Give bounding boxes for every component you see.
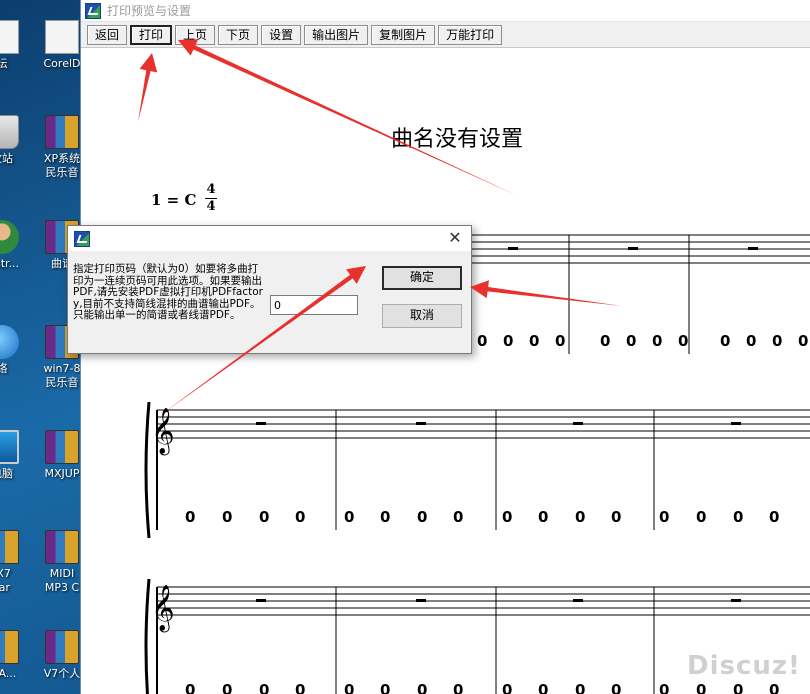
numbered-rest: 0 [678,332,688,350]
numbered-rest: 0 [575,508,585,526]
globe-icon [0,325,19,359]
system-brace [144,401,151,539]
time-signature: 4 4 [205,183,217,214]
numbered-rest: 0 [502,508,512,526]
numbered-rest: 0 [380,508,390,526]
settings-button[interactable]: 设置 [261,24,302,45]
numbered-rest: 0 [222,508,232,526]
numbered-rest: 0 [380,681,390,694]
numbered-rest: 0 [769,508,779,526]
time-signature-top: 4 [206,182,216,197]
numbered-rest: 0 [344,681,354,694]
numbered-rest: 0 [696,681,706,694]
key-signature: 1 = C [151,191,197,209]
whole-rest [573,599,583,602]
rar-icon [45,430,79,464]
time-signature-bottom: 4 [206,199,216,214]
cancel-button[interactable]: 取消 [382,304,462,328]
numbered-rest: 0 [769,681,779,694]
numbered-rest: 0 [733,508,743,526]
rar-icon [45,115,79,149]
numbered-rest: 0 [772,332,782,350]
numbered-rest: 0 [611,681,621,694]
numbered-rest: 0 [259,508,269,526]
numbered-rest: 0 [529,332,539,350]
treble-clef: 𝄞 [151,585,175,633]
page-number-input[interactable] [270,295,358,315]
numbered-rest: 0 [477,332,487,350]
numbered-rest: 0 [575,681,585,694]
numbered-rest: 0 [453,508,463,526]
dialog-titlebar: ✕ [68,226,471,251]
numbered-rest: 0 [720,332,730,350]
numbered-rest: 0 [652,332,662,350]
numbered-rest: 0 [626,332,636,350]
app-logo-icon [85,2,101,19]
close-button[interactable]: ✕ [445,228,465,248]
numbered-rest: 0 [611,508,621,526]
print-preview-page: 0 0 0 0 0 0 0 0 0 0 0 0 𝄞 0 0 0 0 0 0 0 0 0 0 0 0 0 0 0 0 𝄞 0 0 0 0 0 0 0 0 0 0… [81,49,810,694]
numbered-rest: 0 [344,508,354,526]
dialog-message: 指定打印页码（默认为0）如要将多曲打印为一连续页码可用此选项。如果要输出PDF,… [73,263,263,321]
window-title: 打印预览与设置 [107,4,192,18]
whole-rest [416,599,426,602]
numbered-rest: 0 [798,332,808,350]
whole-rest [256,422,266,425]
numbered-rest: 0 [453,681,463,694]
numbered-rest: 0 [696,508,706,526]
numbered-rest: 0 [259,681,269,694]
whole-rest [731,599,741,602]
doc-icon [45,20,79,54]
ok-button[interactable]: 确定 [382,266,462,290]
numbered-rest: 0 [185,681,195,694]
whole-rest [731,422,741,425]
rar-icon [0,530,19,564]
window-titlebar: 打印预览与设置 [81,0,810,22]
whole-rest [416,422,426,425]
numbered-rest: 0 [417,508,427,526]
doc-icon [0,20,19,54]
numbered-rest: 0 [538,508,548,526]
numbered-rest: 0 [733,681,743,694]
numbered-rest: 0 [600,332,610,350]
whole-rest [508,247,518,250]
next-page-button[interactable]: 下页 [218,24,259,45]
print-page-dialog: ✕ 指定打印页码（默认为0）如要将多曲打印为一连续页码可用此选项。如果要输出PD… [67,225,472,354]
export-image-button[interactable]: 输出图片 [304,24,369,45]
treble-clef: 𝄞 [151,408,175,456]
bin-icon [0,115,19,149]
numbered-rest: 0 [222,681,232,694]
app-logo-icon [74,231,90,247]
copy-image-button[interactable]: 复制图片 [371,24,436,45]
toolbar: 返回 打印 上页 下页 设置 输出图片 复制图片 万能打印 [81,22,810,48]
whole-rest [256,599,266,602]
numbered-rest: 0 [295,681,305,694]
print-button[interactable]: 打印 [130,24,173,45]
prev-page-button[interactable]: 上页 [175,24,216,45]
numbered-rest: 0 [502,681,512,694]
numbered-rest: 0 [659,508,669,526]
numbered-rest: 0 [538,681,548,694]
universal-print-button[interactable]: 万能打印 [438,24,503,45]
whole-rest [573,422,583,425]
numbered-rest: 0 [555,332,565,350]
back-button[interactable]: 返回 [87,24,128,45]
numbered-rest: 0 [417,681,427,694]
numbered-rest: 0 [659,681,669,694]
numbered-rest: 0 [185,508,195,526]
system-brace [144,578,151,694]
numbered-rest: 0 [503,332,513,350]
watermark: Discuz! [687,651,801,681]
numbered-rest: 0 [746,332,756,350]
rar-icon [45,530,79,564]
numbered-rest: 0 [295,508,305,526]
rar-icon [45,630,79,664]
rar-icon [0,630,19,664]
whole-rest [628,247,638,250]
pc-icon [0,430,19,464]
whole-rest [748,247,758,250]
user-icon [0,220,19,254]
song-title: 曲名没有设置 [391,127,524,152]
